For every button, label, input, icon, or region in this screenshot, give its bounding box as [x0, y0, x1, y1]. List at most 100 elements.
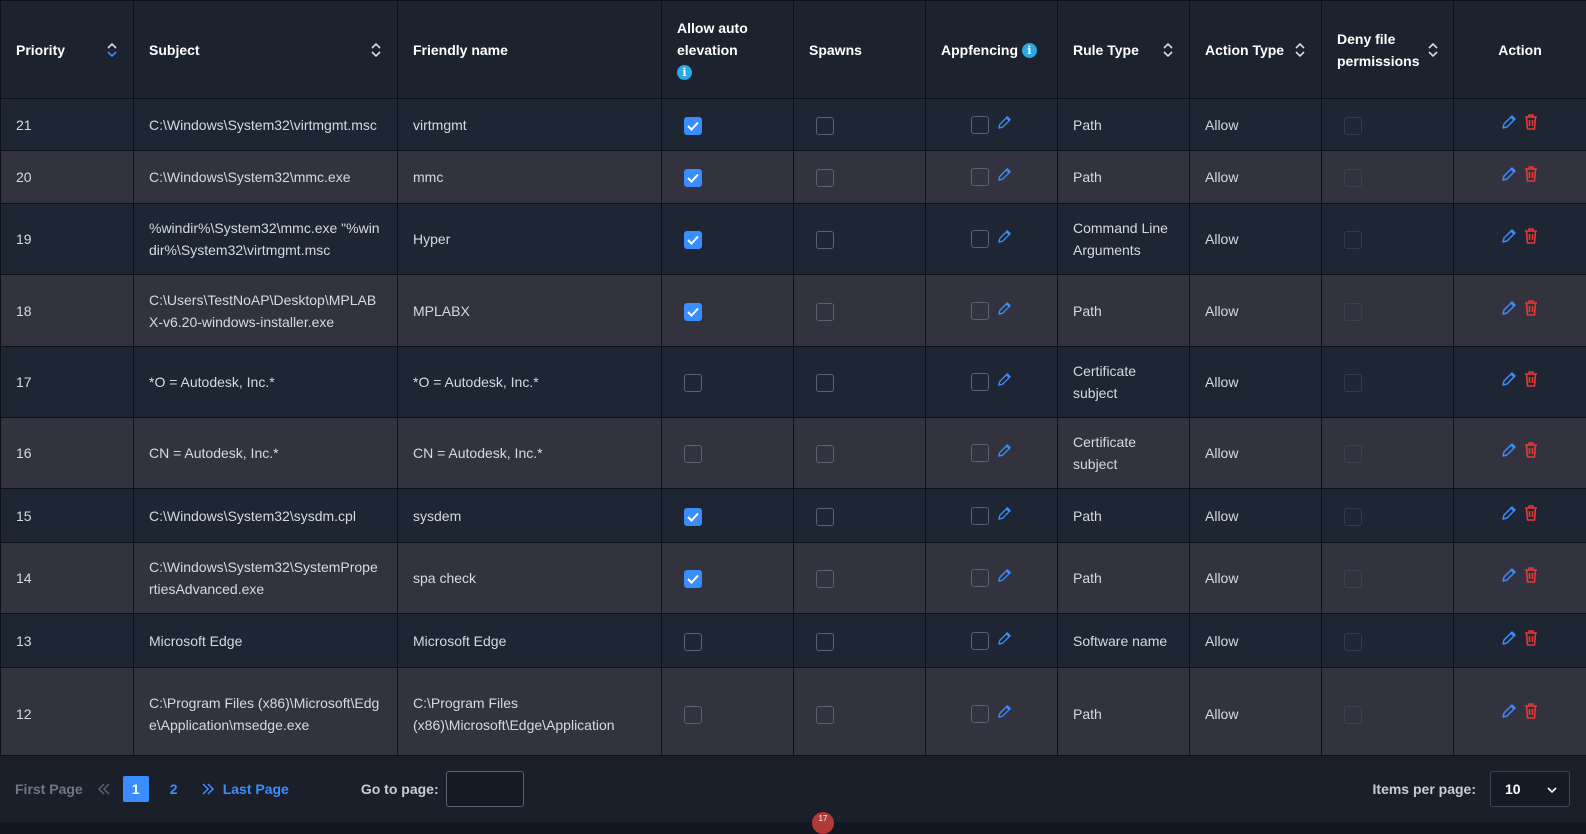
deny-file-permissions-checkbox[interactable]: [1344, 445, 1362, 463]
spawns-checkbox[interactable]: [816, 706, 834, 724]
auto-elevation-checkbox[interactable]: [684, 706, 702, 724]
appfencing-checkbox[interactable]: [971, 569, 989, 587]
pencil-icon[interactable]: [1501, 630, 1517, 652]
deny-file-permissions-checkbox[interactable]: [1344, 706, 1362, 724]
column-header-appfencing: Appfencing i: [926, 1, 1058, 99]
appfencing-checkbox[interactable]: [971, 507, 989, 525]
appfencing-checkbox[interactable]: [971, 632, 989, 650]
pencil-icon[interactable]: [997, 567, 1012, 589]
pencil-icon[interactable]: [997, 371, 1012, 393]
column-header-deny-file-permissions[interactable]: Deny file permissions: [1322, 1, 1454, 99]
appfencing-checkbox[interactable]: [971, 116, 989, 134]
deny-file-permissions-checkbox[interactable]: [1344, 169, 1362, 187]
spawns-checkbox[interactable]: [816, 231, 834, 249]
cell-action-type: Allow: [1190, 275, 1322, 347]
trash-icon[interactable]: [1523, 299, 1539, 323]
deny-file-permissions-checkbox[interactable]: [1344, 633, 1362, 651]
info-icon[interactable]: i: [677, 65, 692, 80]
items-per-page-select[interactable]: 10: [1490, 771, 1570, 807]
pencil-icon[interactable]: [997, 442, 1012, 464]
deny-file-permissions-checkbox[interactable]: [1344, 231, 1362, 249]
trash-icon[interactable]: [1523, 504, 1539, 528]
pencil-icon[interactable]: [1501, 114, 1517, 136]
pencil-icon[interactable]: [997, 703, 1012, 725]
appfencing-checkbox[interactable]: [971, 444, 989, 462]
double-chevron-left-icon[interactable]: [97, 782, 111, 796]
pencil-icon[interactable]: [997, 300, 1012, 322]
pencil-icon[interactable]: [1501, 703, 1517, 725]
table-row: 14C:\Windows\System32\SystemPropertiesAd…: [1, 543, 1586, 614]
appfencing-checkbox[interactable]: [971, 705, 989, 723]
pencil-icon[interactable]: [997, 630, 1012, 652]
cell-appfencing: [926, 204, 1058, 275]
auto-elevation-checkbox[interactable]: [684, 169, 702, 187]
appfencing-checkbox[interactable]: [971, 373, 989, 391]
spawns-checkbox[interactable]: [816, 117, 834, 135]
pencil-icon[interactable]: [997, 114, 1012, 136]
deny-file-permissions-checkbox[interactable]: [1344, 117, 1362, 135]
auto-elevation-checkbox[interactable]: [684, 117, 702, 135]
sort-icon[interactable]: [106, 42, 118, 58]
sort-icon[interactable]: [1294, 42, 1306, 58]
spawns-checkbox[interactable]: [816, 374, 834, 392]
pencil-icon[interactable]: [1501, 505, 1517, 527]
notification-badge[interactable]: 17: [812, 812, 834, 834]
pencil-icon[interactable]: [997, 505, 1012, 527]
pencil-icon[interactable]: [997, 228, 1012, 250]
spawns-checkbox[interactable]: [816, 633, 834, 651]
spawns-checkbox[interactable]: [816, 508, 834, 526]
cell-subject: C:\Users\TestNoAP\Desktop\MPLAB X-v6.20-…: [134, 275, 398, 347]
auto-elevation-checkbox[interactable]: [684, 231, 702, 249]
pencil-icon[interactable]: [1501, 300, 1517, 322]
deny-file-permissions-checkbox[interactable]: [1344, 303, 1362, 321]
auto-elevation-checkbox[interactable]: [684, 374, 702, 392]
deny-file-permissions-checkbox[interactable]: [1344, 374, 1362, 392]
column-header-priority[interactable]: Priority: [1, 1, 134, 99]
trash-icon[interactable]: [1523, 165, 1539, 189]
last-page-link[interactable]: Last Page: [223, 781, 289, 797]
auto-elevation-checkbox[interactable]: [684, 633, 702, 651]
trash-icon[interactable]: [1523, 566, 1539, 590]
sort-icon[interactable]: [1428, 42, 1438, 58]
first-page-link[interactable]: First Page: [15, 781, 83, 797]
appfencing-checkbox[interactable]: [971, 230, 989, 248]
page-button-1[interactable]: 1: [123, 776, 149, 802]
appfencing-checkbox[interactable]: [971, 302, 989, 320]
appfencing-checkbox[interactable]: [971, 168, 989, 186]
deny-file-permissions-checkbox[interactable]: [1344, 508, 1362, 526]
sort-icon[interactable]: [1162, 42, 1174, 58]
pencil-icon[interactable]: [1501, 228, 1517, 250]
pencil-icon[interactable]: [1501, 371, 1517, 393]
deny-file-permissions-checkbox[interactable]: [1344, 570, 1362, 588]
spawns-checkbox[interactable]: [816, 445, 834, 463]
spawns-checkbox[interactable]: [816, 169, 834, 187]
pencil-icon[interactable]: [1501, 166, 1517, 188]
trash-icon[interactable]: [1523, 702, 1539, 726]
double-chevron-right-icon[interactable]: [201, 782, 215, 796]
spawns-checkbox[interactable]: [816, 570, 834, 588]
pencil-icon[interactable]: [1501, 567, 1517, 589]
info-icon[interactable]: i: [1022, 43, 1037, 58]
auto-elevation-checkbox[interactable]: [684, 570, 702, 588]
trash-icon[interactable]: [1523, 113, 1539, 137]
auto-elevation-checkbox[interactable]: [684, 303, 702, 321]
column-header-action-type[interactable]: Action Type: [1190, 1, 1322, 99]
spawns-checkbox[interactable]: [816, 303, 834, 321]
trash-icon[interactable]: [1523, 370, 1539, 394]
cell-rule-type: Certificate subject: [1058, 418, 1190, 489]
cell-rule-type: Path: [1058, 489, 1190, 543]
trash-icon[interactable]: [1523, 629, 1539, 653]
trash-icon[interactable]: [1523, 441, 1539, 465]
pencil-icon[interactable]: [997, 166, 1012, 188]
auto-elevation-checkbox[interactable]: [684, 445, 702, 463]
cell-subject: C:\Windows\System32\SystemPropertiesAdva…: [134, 543, 398, 614]
sort-icon[interactable]: [370, 42, 382, 58]
go-to-page-input[interactable]: [446, 771, 524, 807]
pencil-icon[interactable]: [1501, 442, 1517, 464]
column-header-subject[interactable]: Subject: [134, 1, 398, 99]
column-header-rule-type[interactable]: Rule Type: [1058, 1, 1190, 99]
auto-elevation-checkbox[interactable]: [684, 508, 702, 526]
trash-icon[interactable]: [1523, 227, 1539, 251]
column-header-spawns: Spawns: [794, 1, 926, 99]
page-button-2[interactable]: 2: [161, 776, 187, 802]
